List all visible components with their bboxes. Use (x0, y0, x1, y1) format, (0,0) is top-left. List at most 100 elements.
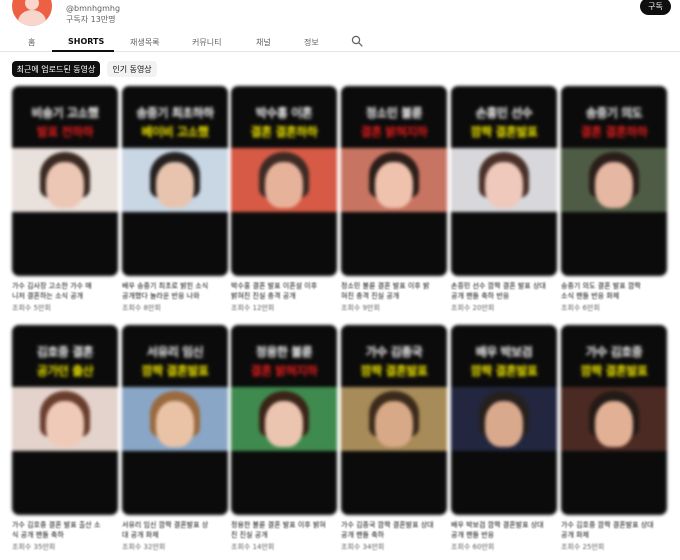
short-thumbnail[interactable]: 정소민 불륜 결혼 밝혀지하 (341, 86, 447, 276)
channel-tabs: 홈 SHORTS 재생목록 커뮤니티 채널 정보 (0, 32, 680, 52)
tab-about[interactable]: 정보 (304, 37, 319, 48)
short-meta: 송중기 의도 결혼 발표 깜짝 소식 팬들 반응 화제조회수 6만회 (561, 281, 667, 314)
short-title-line2[interactable]: 공개 화제 (561, 530, 667, 540)
short-view-count: 조회수 6만회 (561, 304, 600, 312)
short-thumbnail[interactable]: 정용한 불륜 결혼 밝혀지하 (231, 325, 337, 515)
thumbnail-photo (561, 387, 667, 451)
thumbnail-caption-bottom: 베이비 고소했 (141, 125, 209, 139)
short-title-line2[interactable]: 공개 팬들 축하 반응 (451, 291, 557, 301)
short-meta: 정소민 불륜 결혼 발표 이후 밝 혀진 충격 진실 공개조회수 9만회 (341, 281, 447, 314)
thumbnail-face (375, 162, 413, 208)
short-title-line2[interactable]: 식 공개 팬들 축하 (12, 530, 118, 540)
thumbnail-photo (451, 387, 557, 451)
short-thumbnail[interactable]: 비숑기 고소했발표 전하하 (12, 86, 118, 276)
short-title-line2[interactable]: 진 진실 공개 (231, 530, 337, 540)
avatar-head (25, 0, 39, 10)
thumbnail-face (485, 401, 523, 447)
short-thumbnail[interactable]: 가수 김호중 깜짝 결혼발표 (561, 325, 667, 515)
short-thumbnail[interactable]: 송중기 의도결혼 결혼하하 (561, 86, 667, 276)
thumbnail-photo (122, 148, 228, 212)
short-meta: 가수 김사장 고소한 가수 매 니저 결혼하는 소식 공개조회수 5만회 (12, 281, 118, 314)
thumbnail-face (46, 162, 84, 208)
short-title-line2[interactable]: 혀진 충격 진실 공개 (341, 291, 447, 301)
short-title-line1[interactable]: 배우 박보검 깜짝 결혼발표 상대 (451, 520, 557, 530)
thumbnail-caption-top: 비숑기 고소했 (31, 106, 99, 120)
short-view-count: 조회수 5만회 (12, 304, 51, 312)
search-icon[interactable] (351, 35, 363, 47)
short-thumbnail[interactable]: 서유리 임신 깜짝 결혼발표 (122, 325, 228, 515)
subscriber-count: 구독자 13만명 (66, 15, 116, 24)
short-view-count: 조회수 12만회 (231, 304, 275, 312)
thumbnail-caption-bottom: 깜짝 결혼발표 (580, 364, 648, 378)
channel-handle: @bmnhgmhg (66, 4, 121, 13)
short-thumbnail[interactable]: 가수 김종국깜짝 결혼발표 (341, 325, 447, 515)
short-title-line1[interactable]: 가수 김호중 결혼 발표 출산 소 (12, 520, 118, 530)
tab-playlists[interactable]: 재생목록 (130, 37, 159, 48)
short-title-line2[interactable]: 공개했다 놀라운 반응 나와 (122, 291, 228, 301)
thumbnail-photo (561, 148, 667, 212)
short-thumbnail[interactable]: 송중기 최초하하 베이비 고소했 (122, 86, 228, 276)
tab-home[interactable]: 홈 (28, 37, 35, 48)
short-title-line2[interactable]: 공개 팬들 반응 (451, 530, 557, 540)
thumbnail-photo (12, 387, 118, 451)
short-meta: 정용한 불륜 결혼 발표 이후 밝혀 진 진실 공개조회수 14만회 (231, 520, 337, 553)
thumbnail-photo (341, 148, 447, 212)
thumbnail-caption-bottom: 깜짝 결혼발표 (141, 364, 209, 378)
thumbnail-caption-bottom: 결혼 결혼하하 (580, 125, 648, 139)
short-thumbnail[interactable]: 손흥민 선수 깜짝 결혼발표 (451, 86, 557, 276)
thumbnail-face (595, 162, 633, 208)
short-title-line1[interactable]: 서유리 임신 깜짝 결혼발표 상 (122, 520, 228, 530)
active-tab-indicator (52, 50, 114, 52)
short-title-line1[interactable]: 가수 김종국 깜짝 결혼발표 상대 (341, 520, 447, 530)
thumbnail-photo (122, 387, 228, 451)
short-view-count: 조회수 9만회 (341, 304, 380, 312)
thumbnail-caption-top: 송중기 의도 (585, 106, 643, 120)
short-title-line2[interactable]: 소식 팬들 반응 화제 (561, 291, 667, 301)
thumbnail-photo (341, 387, 447, 451)
short-view-count: 조회수 8만회 (122, 304, 161, 312)
thumbnail-caption-top: 가수 김종국 (365, 345, 423, 359)
short-title-line2[interactable]: 니저 결혼하는 소식 공개 (12, 291, 118, 301)
short-title-line2[interactable]: 대 공개 화제 (122, 530, 228, 540)
thumbnail-caption-top: 배우 박보검 (475, 345, 533, 359)
thumbnail-caption-bottom: 결혼 밝혀지하 (360, 125, 428, 139)
short-meta: 가수 김호중 결혼 발표 출산 소식 공개 팬들 축하조회수 35만회 (12, 520, 118, 553)
thumbnail-photo (12, 148, 118, 212)
tab-shorts[interactable]: SHORTS (68, 37, 104, 46)
subscribe-button[interactable]: 구독 (640, 0, 671, 15)
short-title-line1[interactable]: 손흥민 선수 깜짝 결혼 발표 상대 (451, 281, 557, 291)
short-meta: 손흥민 선수 깜짝 결혼 발표 상대 공개 팬들 축하 반응조회수 20만회 (451, 281, 557, 314)
tab-channels[interactable]: 채널 (256, 37, 271, 48)
thumbnail-caption-top: 박수홍 이혼 (255, 106, 313, 120)
thumbnail-face (375, 401, 413, 447)
filter-popular-chip[interactable]: 인기 동영상 (107, 61, 157, 77)
thumbnail-caption-bottom: 공가던 출산 (36, 364, 94, 378)
short-title-line1[interactable]: 정용한 불륜 결혼 발표 이후 밝혀 (231, 520, 337, 530)
short-title-line2[interactable]: 공개 팬들 축하 (341, 530, 447, 540)
short-meta: 가수 김호중 깜짝 결혼발표 상대 공개 화제 조회수 25만회 (561, 520, 667, 553)
short-title-line2[interactable]: 밝혀진 진실 충격 공개 (231, 291, 337, 301)
short-title-line1[interactable]: 배우 송중기 최초로 밝힌 소식 (122, 281, 228, 291)
short-title-line1[interactable]: 박수홍 결혼 발표 이혼설 이후 (231, 281, 337, 291)
avatar-icon[interactable] (12, 0, 52, 26)
short-view-count: 조회수 34만회 (341, 543, 385, 551)
thumbnail-face (485, 162, 523, 208)
short-view-count: 조회수 14만회 (231, 543, 275, 551)
thumbnail-caption-bottom: 결혼 밝혀지하 (250, 364, 318, 378)
short-title-line1[interactable]: 송중기 의도 결혼 발표 깜짝 (561, 281, 667, 291)
thumbnail-caption-bottom: 깜짝 결혼발표 (360, 364, 428, 378)
thumbnail-face (265, 162, 303, 208)
short-thumbnail[interactable]: 배우 박보검 깜짝 결혼발표 (451, 325, 557, 515)
short-thumbnail[interactable]: 박수홍 이혼 결혼 결혼하하 (231, 86, 337, 276)
short-title-line1[interactable]: 가수 김사장 고소한 가수 매 (12, 281, 118, 291)
short-title-line1[interactable]: 가수 김호중 깜짝 결혼발표 상대 (561, 520, 667, 530)
short-thumbnail[interactable]: 김호중 결혼 공가던 출산 (12, 325, 118, 515)
tab-community[interactable]: 커뮤니티 (192, 37, 221, 48)
short-view-count: 조회수 20만회 (451, 304, 495, 312)
thumbnail-face (156, 401, 194, 447)
short-title-line1[interactable]: 정소민 불륜 결혼 발표 이후 밝 (341, 281, 447, 291)
thumbnail-caption-bottom: 발표 전하하 (36, 125, 94, 139)
filter-recent-chip[interactable]: 최근에 업로드된 동영상 (12, 61, 100, 77)
short-view-count: 조회수 35만회 (12, 543, 56, 551)
thumbnail-face (595, 401, 633, 447)
